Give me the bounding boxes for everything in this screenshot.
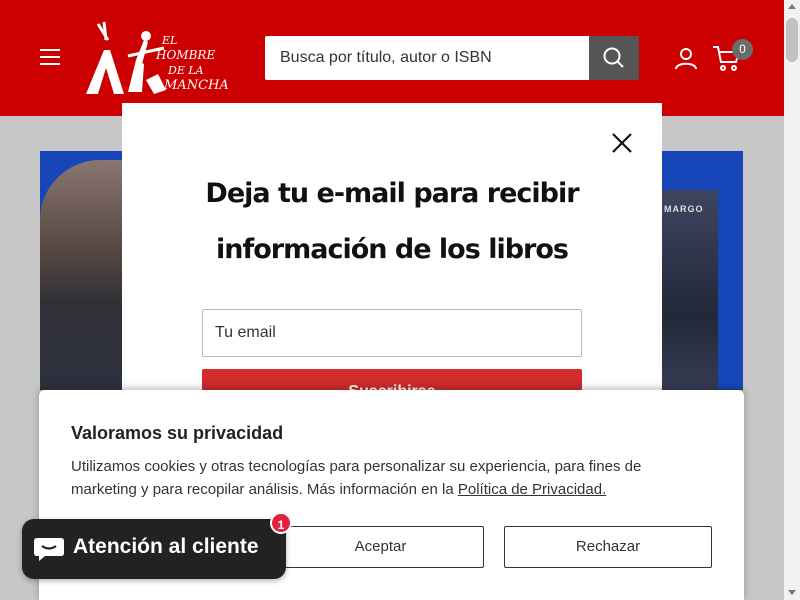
email-field[interactable] (202, 309, 582, 357)
banner-book-title: MARGO (664, 204, 704, 214)
close-icon[interactable] (610, 131, 634, 155)
scroll-down-arrow-icon[interactable] (788, 590, 796, 595)
search-input[interactable] (265, 36, 589, 80)
newsletter-title: Deja tu e-mail para recibir información … (122, 166, 662, 278)
scrollbar-thumb[interactable] (786, 18, 798, 62)
chat-notification-badge: 1 (270, 512, 292, 534)
banner-book-image (662, 190, 718, 400)
scroll-up-arrow-icon[interactable] (788, 4, 796, 9)
cart-count-badge: 0 (732, 39, 753, 60)
hamburger-icon[interactable] (40, 49, 60, 65)
logo-text-el: EL (162, 34, 178, 47)
logo-text-mancha: MANCHA (164, 78, 229, 93)
user-icon[interactable] (674, 46, 698, 70)
accept-cookies-button[interactable]: Aceptar (277, 526, 484, 568)
cookie-title: Valoramos su privacidad (71, 423, 284, 443)
page-scrollbar[interactable] (784, 0, 800, 600)
logo-text-de-la: DE LA (168, 64, 204, 77)
search-button[interactable] (589, 36, 639, 80)
newsletter-title-line1: Deja tu e-mail para recibir (205, 178, 579, 209)
banner-author-image (40, 160, 130, 400)
reject-cookies-button[interactable]: Rechazar (504, 526, 712, 568)
privacy-policy-link[interactable]: Política de Privacidad. (458, 481, 606, 498)
logo-text-hombre: HOMBRE (156, 48, 216, 62)
search-icon (603, 47, 624, 68)
chat-bubble-icon (33, 536, 65, 562)
site-logo[interactable]: EL HOMBRE DE LA MANCHA (84, 20, 229, 98)
chat-label: Atención al cliente (73, 535, 259, 558)
newsletter-title-line2: información de los libros (216, 234, 569, 265)
cookie-description: Utilizamos cookies y otras tecnologías p… (71, 455, 681, 501)
